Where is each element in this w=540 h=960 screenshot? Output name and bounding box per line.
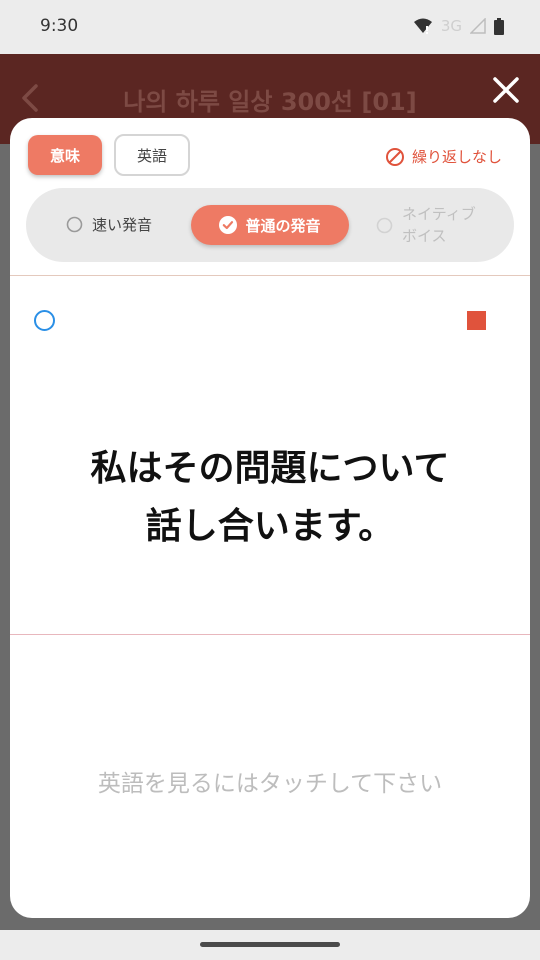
speed-fast-label: 速い発音 [92,216,153,234]
speed-option-native[interactable]: ネイティブ ボイス [376,203,476,247]
radio-disabled-icon [376,217,393,233]
status-time: 9:30 [40,16,79,36]
divider [10,275,530,276]
english-button[interactable]: 英語 [114,134,190,176]
speed-selector: 速い発音 普通の発音 ネイティブ ボイス [26,188,514,262]
home-handle[interactable] [200,942,340,947]
play-indicator-icon[interactable] [34,310,55,331]
speed-native-line2: ボイス [402,227,447,245]
repeat-toggle[interactable]: 繰り返しなし [385,146,502,167]
wifi-icon [413,18,432,34]
speed-native-line1: ネイティブ [402,205,476,223]
no-repeat-icon [385,147,404,166]
signal-icon [470,18,486,34]
sentence-line-1: 私はその問題について [90,448,450,489]
stop-icon[interactable] [467,311,486,330]
status-bar: 9:30 3G [0,0,540,54]
reveal-english-area[interactable]: 英語を見るにはタッチして下さい [10,764,530,798]
speed-normal-label: 普通の発音 [245,216,321,235]
sentence-text: 私はその問題について 話し合います。 [10,440,530,556]
check-circle-icon [219,216,238,234]
status-icons: 3G [413,17,504,35]
battery-icon [494,17,504,35]
speed-native-label: ネイティブ ボイス [402,203,476,247]
close-icon[interactable] [488,72,524,108]
sentence-line-2: 話し合います。 [145,506,395,547]
network-type: 3G [440,17,462,35]
radio-empty-icon [66,216,83,233]
speed-option-normal[interactable]: 普通の発音 [191,205,349,245]
player-sheet: 意味 英語 繰り返しなし 速い発音 普通の発音 ネイティブ ボイス 私はその問題… [10,118,530,918]
repeat-label: 繰り返しなし [411,148,502,166]
divider [10,634,530,635]
page-title: 나의 하루 일상 300선 [01] [123,88,417,116]
meaning-button[interactable]: 意味 [28,135,102,175]
nav-bar [0,930,540,960]
speed-option-fast[interactable]: 速い発音 [66,214,152,235]
